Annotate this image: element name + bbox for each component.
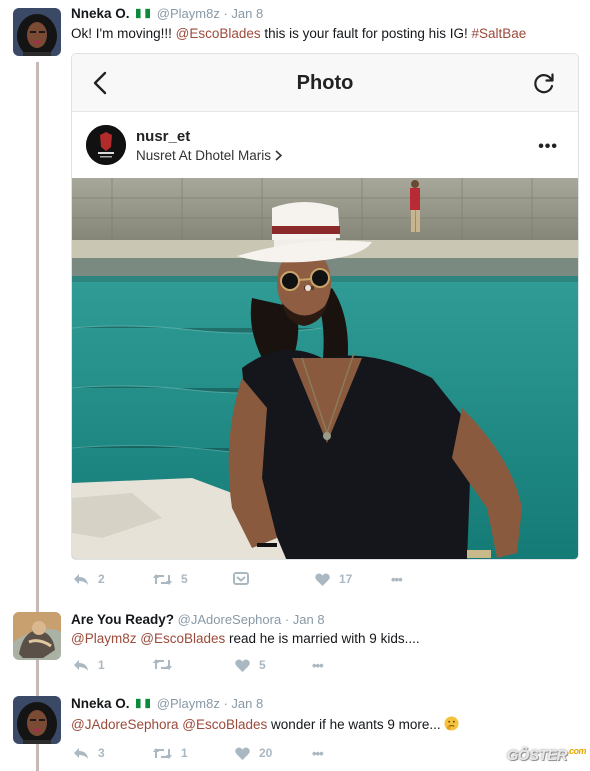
separator: · [223, 6, 228, 21]
card-user-row: nusr_et Nusret At Dhotel Maris ••• [72, 112, 578, 178]
user-handle[interactable]: @JAdoreSephora [178, 612, 282, 627]
user-handle[interactable]: @Playm8z [157, 696, 220, 711]
tweet-header: Nneka O. @Playm8z · Jan 8 [71, 6, 263, 21]
ig-username[interactable]: nusr_et [136, 128, 190, 145]
reply-button[interactable]: 2 [73, 572, 105, 586]
more-dots-icon: ••• [312, 746, 324, 761]
tweet-date[interactable]: Jan 8 [231, 6, 263, 21]
thinking-face-emoji-icon [444, 716, 459, 731]
like-button[interactable]: 20 [235, 746, 272, 760]
avatar[interactable] [13, 696, 61, 744]
hashtag-link[interactable]: #SaltBae [471, 26, 526, 41]
tweet-actions: 1 5 ••• [73, 658, 433, 674]
retweet-button[interactable]: 5 [153, 572, 188, 586]
saltbae-photo[interactable] [72, 178, 578, 560]
separator: · [223, 696, 228, 711]
tweet-text: @JAdoreSephora @EscoBlades wonder if he … [71, 716, 459, 732]
text-segment: this is your fault for posting his IG! [260, 26, 472, 41]
card-title: Photo [296, 72, 354, 94]
more-button[interactable]: ••• [312, 746, 324, 761]
text-segment: Ok! I'm moving!!! [71, 26, 176, 41]
text-segment: read he is married with 9 kids.... [225, 631, 420, 646]
card-nav-bar: Photo [72, 54, 578, 112]
avatar[interactable] [13, 612, 61, 660]
reply-icon [74, 659, 88, 671]
nigeria-flag-icon [136, 698, 151, 709]
instagram-embed-card[interactable]: Photo nusr_et Nusret At Dhotel Maris ••• [71, 53, 579, 560]
tweet-1: Nneka O. @Playm8z · Jan 8 Ok! I'm moving… [0, 0, 590, 600]
more-dots-icon: ••• [391, 572, 403, 587]
reply-count: 2 [98, 572, 105, 586]
display-name[interactable]: Nneka O. [71, 696, 130, 711]
like-button[interactable]: 5 [235, 658, 266, 672]
chevron-right-icon [275, 150, 283, 161]
tweet-actions: 2 5 17 ••• [73, 572, 433, 588]
mention-link[interactable]: @EscoBlades [182, 717, 267, 732]
mention-link[interactable]: @EscoBlades [176, 26, 261, 41]
retweet-count: 5 [181, 572, 188, 586]
heart-icon [235, 658, 250, 672]
retweet-icon [153, 573, 172, 585]
user-handle[interactable]: @Playm8z [157, 6, 220, 21]
tweet-header: Nneka O. @Playm8z · Jan 8 [71, 696, 263, 711]
separator: · [284, 612, 290, 627]
more-button[interactable]: ••• [312, 658, 324, 673]
tweet-actions: 3 1 20 ••• [73, 746, 433, 762]
heart-icon [315, 572, 330, 586]
display-name[interactable]: Are You Ready? [71, 612, 174, 627]
retweet-button[interactable]: 1 [153, 746, 188, 760]
mention-link[interactable]: @JAdoreSephora [71, 717, 179, 732]
moment-icon [233, 572, 249, 585]
watermark-text: GÖSTER [506, 747, 568, 764]
more-dots-icon: ••• [312, 658, 324, 673]
ig-location-text: Nusret At Dhotel Maris [136, 148, 272, 163]
ig-location[interactable]: Nusret At Dhotel Maris [136, 148, 283, 163]
reply-icon [74, 747, 88, 759]
tweet-text: Ok! I'm moving!!! @EscoBlades this is yo… [71, 26, 526, 41]
moment-button[interactable] [233, 572, 249, 585]
text-segment: wonder if he wants 9 more... [267, 717, 445, 732]
heart-icon [235, 746, 250, 760]
watermark-suffix: .com [566, 746, 587, 756]
tweet-header: Are You Ready? @JAdoreSephora · Jan 8 [71, 612, 325, 627]
tweet-date[interactable]: Jan 8 [293, 612, 325, 627]
display-name[interactable]: Nneka O. [71, 6, 130, 21]
reply-icon [74, 573, 88, 585]
watermark-logo: GÖSTER.com [506, 746, 587, 764]
mention-link[interactable]: @Playm8z [71, 631, 136, 646]
ig-avatar[interactable] [86, 125, 126, 165]
reply-button[interactable]: 3 [73, 746, 105, 760]
refresh-icon[interactable] [532, 71, 556, 95]
mention-link[interactable]: @EscoBlades [140, 631, 225, 646]
tweet-2: Are You Ready? @JAdoreSephora · Jan 8 @P… [0, 606, 590, 686]
more-options-icon[interactable]: ••• [538, 138, 558, 156]
tweet-text: @Playm8z @EscoBlades read he is married … [71, 631, 420, 646]
retweet-icon [153, 659, 172, 670]
more-button[interactable]: ••• [391, 572, 403, 587]
like-count: 17 [339, 572, 353, 586]
tweet-3: Nneka O. @Playm8z · Jan 8 @JAdoreSephora… [0, 690, 590, 771]
reply-button[interactable]: 1 [73, 658, 105, 672]
reply-count: 1 [98, 658, 105, 672]
tweet-date[interactable]: Jan 8 [231, 696, 263, 711]
reply-count: 3 [98, 746, 105, 760]
like-count: 20 [259, 746, 273, 760]
avatar[interactable] [13, 8, 61, 56]
retweet-count: 1 [181, 746, 188, 760]
retweet-icon [153, 747, 172, 759]
retweet-button[interactable] [153, 658, 181, 671]
nigeria-flag-icon [136, 8, 151, 19]
like-count: 5 [259, 658, 266, 672]
like-button[interactable]: 17 [315, 572, 352, 586]
